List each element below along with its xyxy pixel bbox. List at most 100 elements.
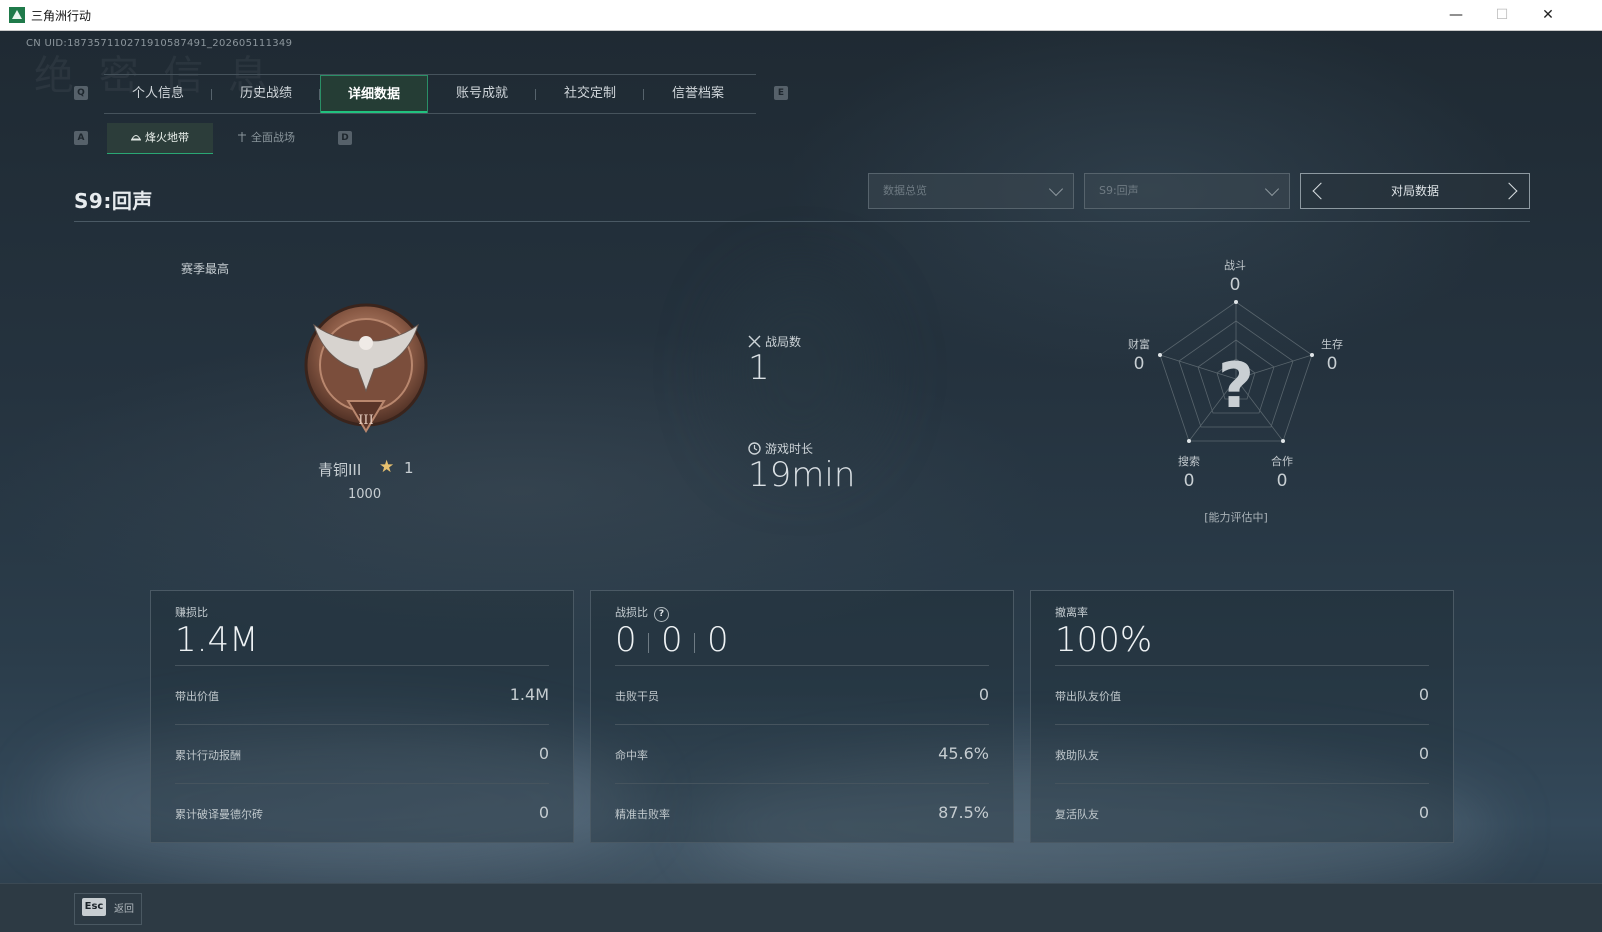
kd-separator [694, 633, 695, 653]
uid-label: CN UID:1873571102719105874​91_2026051113… [26, 38, 293, 49]
extraction-panel: 撤离率 100% 带出队友价值 0 救助队友 0 复活队友 0 [1030, 590, 1454, 843]
table-row: 救助队友 0 [1055, 724, 1429, 784]
row-value: 45.6% [938, 744, 989, 763]
subtab-operations-label: 烽火地带 [145, 131, 189, 144]
header-divider [74, 221, 1530, 222]
row-value: 0 [1418, 803, 1429, 822]
row-key: 击败干员 [615, 690, 659, 703]
tab-history[interactable]: 历史战绩 [212, 75, 320, 113]
match-data-pager: 对局数据 [1300, 173, 1530, 209]
ability-radar-chart: ? [1158, 300, 1314, 443]
row-key: 救助队友 [1055, 749, 1099, 762]
tab-credit[interactable]: 信誉档案 [644, 75, 752, 113]
table-row: 带出队友价值 0 [1055, 665, 1429, 725]
profit-caption: 赚损比 [175, 606, 208, 619]
tab-next-key[interactable]: E [774, 86, 788, 100]
radar-unknown-mark: ? [1218, 349, 1254, 422]
subtab-prev-key[interactable]: A [74, 131, 88, 145]
row-key: 精准击败率 [615, 808, 670, 821]
tab-detailed-data[interactable]: 详细数据 [320, 75, 428, 113]
row-key: 带出队友价值 [1055, 690, 1121, 703]
table-row: 击败干员 0 [615, 665, 989, 725]
subtab-warfare-label: 全面战场 [251, 131, 295, 144]
bottom-bar: Esc 返回 [0, 883, 1602, 932]
profit-value: 1.4M [175, 620, 259, 660]
kd-separator [648, 633, 649, 653]
crosshair-icon [238, 132, 246, 142]
row-value: 0 [1418, 685, 1429, 704]
table-row: 命中率 45.6% [615, 724, 989, 784]
star-icon: ★ [379, 457, 395, 477]
radar-label-combat: 战斗 [1224, 259, 1246, 272]
table-row: 精准击败率 87.5% [615, 783, 989, 843]
row-value: 87.5% [938, 803, 989, 822]
radar-value-search: 0 [1183, 471, 1195, 491]
radar-note: [能力评估中] [1204, 511, 1268, 524]
helmet-icon [131, 135, 141, 141]
main-tabs: 个人信息 历史战绩 详细数据 账号成就 社交定制 信誉档案 [104, 74, 756, 114]
season-title: S9:回声 [74, 189, 153, 213]
radar-value-combat: 0 [1229, 275, 1241, 295]
profit-panel: 赚损比 1.4M 带出价值 1.4M 累计行动报酬 0 累计破译曼德尔砖 0 [150, 590, 574, 843]
subtab-next-key[interactable]: D [338, 131, 352, 145]
tab-prev-key[interactable]: Q [74, 86, 88, 100]
rank-name: 青铜III [318, 461, 362, 479]
kd-panel: 战损比? 0 0 0 击败干员 0 命中率 45.6% 精准击败率 87.5% [590, 590, 1014, 843]
rank-score: 1000 [348, 487, 382, 502]
tab-personal-info[interactable]: 个人信息 [104, 75, 212, 113]
badge-numeral: III [358, 413, 373, 428]
row-value: 1.4M [509, 685, 549, 704]
season-best-label: 赛季最高 [181, 262, 230, 276]
window-title: 三角洲行动 [31, 9, 92, 23]
row-value: 0 [978, 685, 989, 704]
matches-value: 1 [748, 348, 770, 388]
subtab-operations[interactable]: 烽火地带 [107, 123, 213, 154]
table-row: 累计破译曼德尔砖 0 [175, 783, 549, 843]
kd-value-2: 0 [661, 620, 683, 660]
minimize-button[interactable]: — [1433, 0, 1479, 31]
season-dropdown[interactable]: S9:回声 [1084, 173, 1290, 209]
duration-value: 19min [748, 455, 856, 495]
pager-label[interactable]: 对局数据 [1301, 174, 1529, 208]
radar-label-search: 搜索 [1178, 455, 1200, 468]
kd-value-3: 0 [707, 620, 729, 660]
bronze-eagle-rank-badge: III [304, 303, 428, 433]
table-row: 复活队友 0 [1055, 783, 1429, 843]
chevron-down-icon [1048, 181, 1064, 197]
season-dropdown-value: S9:回声 [1099, 184, 1139, 197]
extraction-caption: 撤离率 [1055, 606, 1088, 619]
sub-tabs: 烽火地带 全面战场 [107, 123, 319, 154]
row-value: 0 [1418, 744, 1429, 763]
back-label[interactable]: 返回 [114, 900, 134, 915]
rank-star-count: 1 [404, 459, 414, 477]
row-value: 0 [538, 803, 549, 822]
matches-label: 战局数 [765, 335, 802, 349]
row-key: 累计破译曼德尔砖 [175, 808, 263, 821]
maximize-button[interactable]: ☐ [1479, 0, 1525, 31]
clock-icon [748, 442, 761, 455]
tab-social[interactable]: 社交定制 [536, 75, 644, 113]
row-key: 带出价值 [175, 690, 219, 703]
tab-achievements[interactable]: 账号成就 [428, 75, 536, 113]
kd-value-1: 0 [615, 620, 637, 660]
row-value: 0 [538, 744, 549, 763]
table-row: 带出价值 1.4M [175, 665, 549, 725]
crossed-swords-icon [748, 335, 761, 348]
esc-key[interactable]: Esc [82, 898, 106, 916]
close-button[interactable]: ✕ [1525, 0, 1571, 31]
window-titlebar: 三角洲行动 — ☐ ✕ [0, 0, 1602, 31]
view-dropdown[interactable]: 数据总览 [868, 173, 1074, 209]
kd-caption: 战损比 [615, 606, 648, 619]
radar-value-cooperation: 0 [1276, 471, 1288, 491]
subtab-warfare[interactable]: 全面战场 [213, 123, 319, 153]
row-key: 命中率 [615, 749, 648, 762]
view-dropdown-value: 数据总览 [883, 184, 927, 197]
row-key: 复活队友 [1055, 808, 1099, 821]
app-icon [9, 7, 25, 23]
row-key: 累计行动报酬 [175, 749, 241, 762]
table-row: 累计行动报酬 0 [175, 724, 549, 784]
duration-label: 游戏时长 [765, 442, 814, 456]
chevron-down-icon [1264, 181, 1280, 197]
game-screen: 绝 密 信 息 CN UID:1873571102719105874​91_20… [0, 31, 1602, 932]
radar-label-cooperation: 合作 [1271, 455, 1293, 468]
